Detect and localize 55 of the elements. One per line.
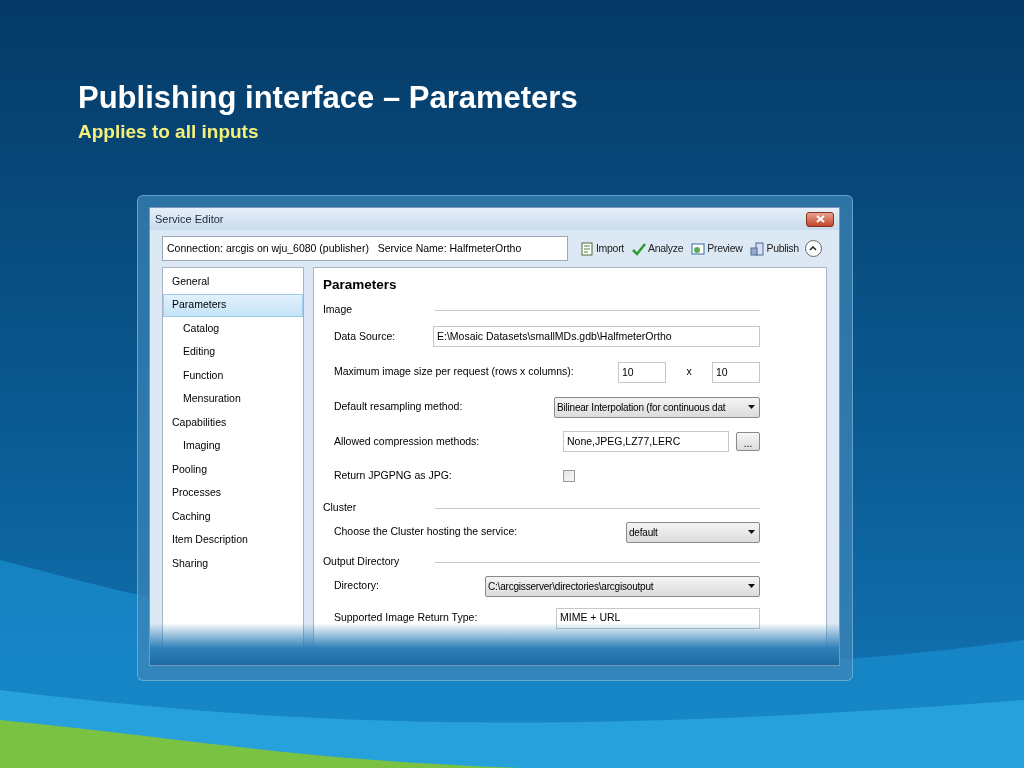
field-label: Default resampling method: (333, 399, 464, 415)
browse-button[interactable]: ... (736, 432, 760, 452)
section-label: Cluster (322, 500, 358, 516)
sidebar-item[interactable]: Mensuration (163, 387, 303, 411)
caret-icon (748, 405, 755, 410)
field-label: Data Source: (333, 328, 397, 344)
sidebar-item[interactable]: Capabilities (163, 411, 303, 435)
field-label: Return JPGPNG as JPG: (333, 468, 453, 484)
collapse-icon (809, 246, 818, 251)
sidebar-item[interactable]: Function (163, 364, 303, 388)
connection-field[interactable]: Connection: arcgis on wju_6080 (publisher) Service Name: HalfmeterOrtho (162, 236, 568, 261)
sidebar-item[interactable]: Editing (163, 340, 303, 364)
sidebar-item[interactable]: Parameters (163, 293, 303, 317)
toolbar-button[interactable]: Publish (750, 240, 799, 257)
collapse-button[interactable] (804, 240, 822, 257)
text-field[interactable]: None,JPEG,LZ77,LERC (563, 431, 729, 453)
publish-icon (750, 241, 765, 256)
panel-heading: Parameters (322, 276, 397, 294)
import-icon (580, 241, 594, 256)
sidebar-item[interactable]: Processes (163, 481, 303, 505)
dropdown[interactable]: Bilinear Interpolation (for continuous dat (554, 396, 760, 418)
caret-icon (748, 584, 755, 589)
sidebar-item[interactable]: General (163, 270, 303, 294)
text-field[interactable]: E:\Mosaic Datasets\smallMDs.gdb\HalfmeterOrtho (433, 326, 760, 348)
section-label: Output Directory (322, 554, 401, 570)
section-label: Image (322, 302, 354, 318)
preview-icon (691, 241, 706, 256)
field-label: Supported Image Return Type: (333, 610, 479, 626)
rows-field[interactable]: 10 (618, 361, 666, 383)
slide-title: Publishing interface – Parameters (78, 80, 578, 116)
sidebar-item[interactable]: Catalog (163, 317, 303, 341)
sidebar-item[interactable]: Item Description (163, 528, 303, 552)
slide-subtitle: Applies to all inputs (78, 120, 259, 144)
toolbar-button[interactable]: Import (580, 240, 624, 257)
times-sign: x (685, 364, 693, 380)
field-label: Choose the Cluster hosting the service: (333, 524, 519, 540)
close-icon (815, 215, 825, 223)
checkmark-icon (631, 241, 646, 256)
close-button[interactable] (806, 211, 834, 227)
checkbox[interactable] (563, 470, 575, 483)
sidebar-item[interactable]: Caching (163, 505, 303, 529)
field-label: Directory: (333, 578, 380, 594)
text-field[interactable]: MIME + URL (556, 607, 760, 629)
dropdown[interactable]: C:\arcgisserver\directories\arcgisoutput (485, 575, 760, 597)
dropdown[interactable]: default (626, 521, 760, 543)
sidebar-item[interactable]: Imaging (163, 434, 303, 458)
toolbar-button[interactable]: Analyze (631, 240, 684, 257)
sidebar-item[interactable]: Pooling (163, 458, 303, 482)
window-title: Service Editor (155, 211, 224, 227)
sidebar-item[interactable]: Sharing (163, 552, 303, 576)
field-label: Allowed compression methods: (333, 433, 481, 449)
field-label: Maximum image size per request (rows x columns): (333, 364, 575, 380)
caret-icon (748, 530, 755, 535)
toolbar-button[interactable]: Preview (691, 240, 743, 257)
columns-field[interactable]: 10 (712, 361, 760, 383)
